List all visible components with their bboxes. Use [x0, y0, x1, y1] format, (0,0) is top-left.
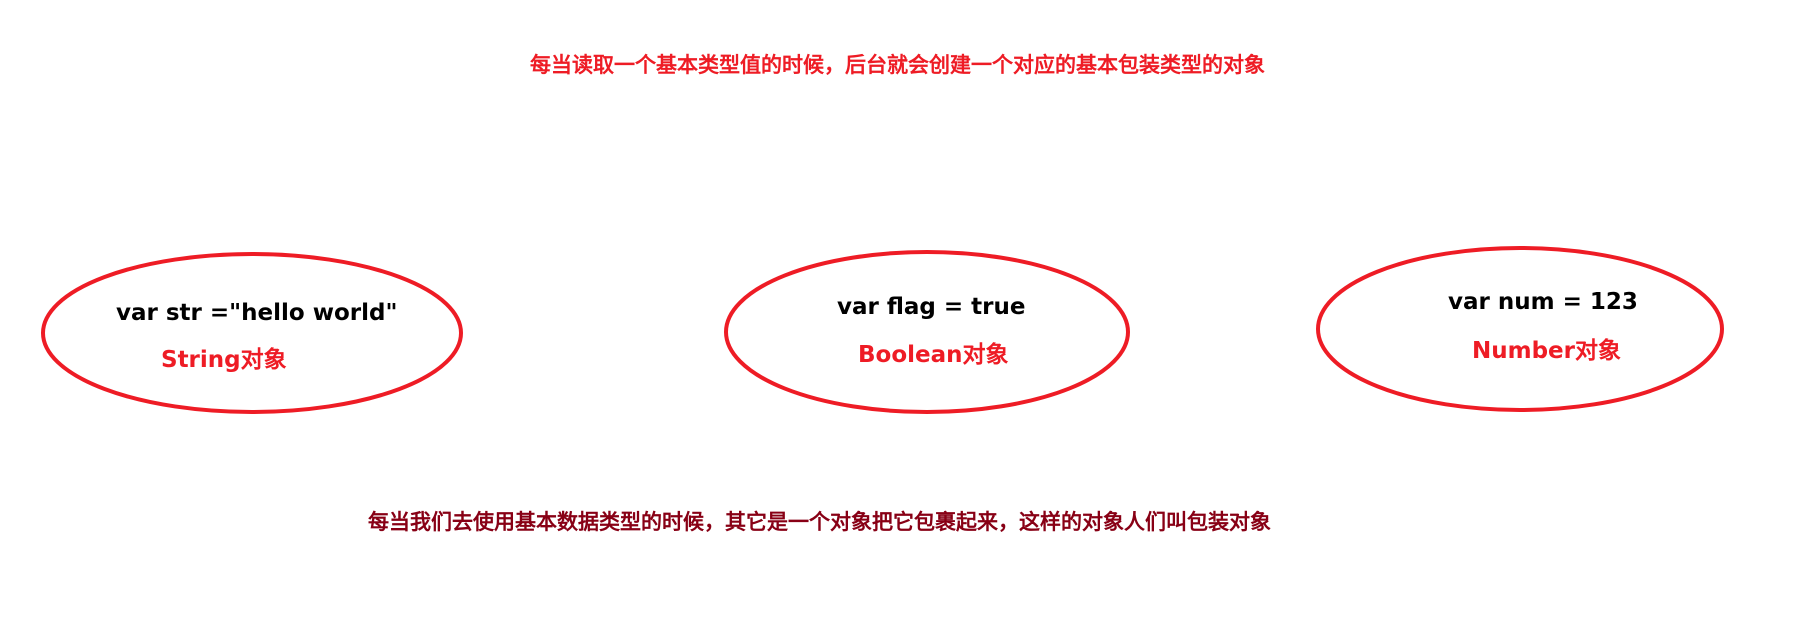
boolean-object-label: Boolean对象 — [858, 342, 1009, 368]
string-code: var str ="hello world" — [116, 300, 398, 326]
boolean-code: var flag = true — [837, 294, 1026, 320]
number-code: var num = 123 — [1448, 289, 1638, 315]
number-object-label: Number对象 — [1472, 338, 1621, 364]
boolean-ellipse — [724, 250, 1130, 414]
string-object-label: String对象 — [161, 347, 287, 373]
number-ellipse — [1316, 246, 1724, 412]
string-ellipse — [41, 252, 463, 414]
bottom-caption: 每当我们去使用基本数据类型的时候，其它是一个对象把它包裹起来，这样的对象人们叫包… — [368, 510, 1271, 534]
